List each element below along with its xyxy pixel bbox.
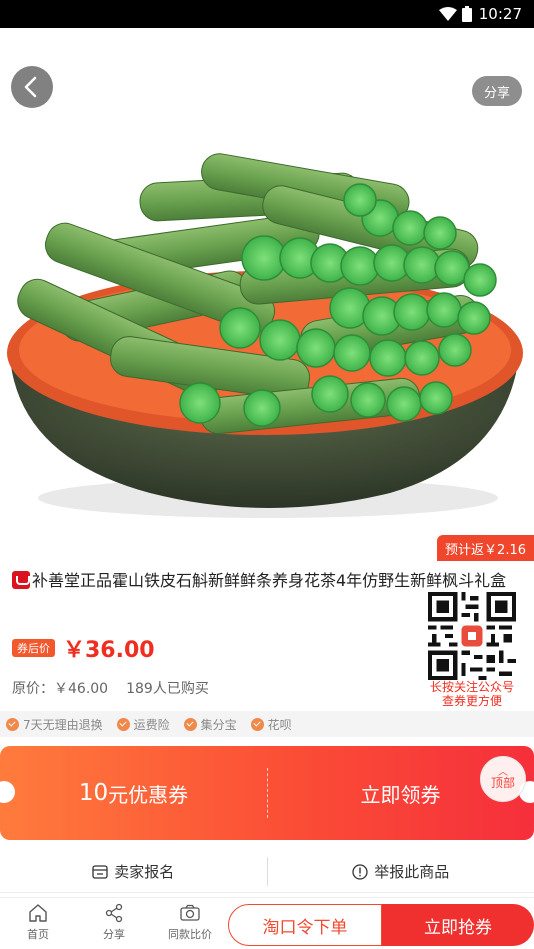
qr-caption-line1: 长按关注公众号	[429, 680, 514, 694]
code-order-button[interactable]: 淘口令下单	[228, 904, 382, 946]
share-button[interactable]: 分享	[471, 76, 522, 106]
coupon-banner[interactable]: 10 元优惠券 立即领券	[0, 746, 534, 840]
price-row: 券后价 ￥36.00	[12, 632, 155, 664]
service-item: 集分宝	[183, 716, 237, 733]
service-item: 花呗	[250, 716, 292, 733]
check-icon	[6, 717, 19, 731]
qr-code[interactable]	[428, 592, 516, 680]
sold-count: 189人已购买	[126, 681, 209, 697]
report-button[interactable]: 举报此商品	[268, 851, 534, 892]
action-row: 卖家报名 举报此商品	[0, 851, 534, 893]
coupon-amount-number: 10	[78, 780, 109, 806]
rebate-badge: 预计返￥2.16	[437, 535, 534, 561]
status-time: 10:27	[478, 5, 522, 23]
chevron-left-icon	[24, 76, 37, 98]
coupon-price-tag: 券后价	[12, 639, 55, 657]
tab-share[interactable]: 分享	[76, 902, 152, 942]
product-image: 分享	[0, 28, 534, 560]
home-icon	[29, 904, 47, 922]
seller-signup-label: 卖家报名	[114, 863, 175, 881]
qr-caption: 长按关注公众号 查券更方便	[420, 680, 524, 708]
status-bar: 10:27	[0, 0, 534, 28]
tab-compare[interactable]: 同款比价	[152, 902, 228, 942]
seller-signup-button[interactable]: 卖家报名	[0, 851, 267, 892]
share-icon	[105, 903, 123, 923]
coupon-amount-suffix: 元优惠券	[108, 782, 189, 807]
service-label: 花呗	[267, 717, 292, 732]
product-photo	[7, 153, 523, 518]
report-label: 举报此商品	[374, 863, 450, 881]
camera-icon	[180, 904, 200, 921]
alert-icon	[352, 863, 368, 880]
tab-home[interactable]: 首页	[0, 902, 76, 942]
service-item: 7天无理由退换	[6, 716, 103, 733]
check-icon	[250, 717, 264, 731]
tmall-icon	[12, 571, 30, 589]
service-strip: 7天无理由退换 运费险 集分宝 花呗	[0, 711, 534, 737]
check-icon	[183, 717, 197, 731]
tab-compare-label: 同款比价	[168, 928, 212, 941]
service-label: 7天无理由退换	[23, 717, 103, 732]
product-title-text: 补善堂正品霍山铁皮石斛新鲜鲜条养身花茶4年仿野生新鲜枫斗礼盒	[32, 571, 507, 590]
product-title: 补善堂正品霍山铁皮石斛新鲜鲜条养身花茶4年仿野生新鲜枫斗礼盒	[12, 570, 517, 592]
tab-home-label: 首页	[27, 928, 49, 941]
back-to-top-button[interactable]: ︿ 顶部	[480, 756, 526, 802]
store-icon	[92, 864, 108, 879]
original-price-row: 原价：￥46.00 189人已购买	[12, 678, 209, 698]
bottom-bar: 首页 分享 同款比价 淘口令下单 立即抢券	[0, 897, 534, 949]
back-to-top-label: 顶部	[490, 775, 515, 790]
check-icon	[116, 717, 130, 731]
buy-now-button[interactable]: 立即抢券	[382, 904, 534, 946]
back-button[interactable]	[11, 66, 53, 108]
original-price: 原价：￥46.00	[12, 681, 109, 697]
wifi-icon	[438, 7, 457, 21]
qr-caption-line2: 查券更方便	[441, 694, 502, 708]
service-label: 运费险	[133, 717, 170, 732]
battery-icon	[461, 6, 472, 22]
coupon-price: ￥36.00	[63, 638, 155, 663]
tab-share-label: 分享	[103, 928, 125, 941]
service-item: 运费险	[116, 716, 170, 733]
coupon-amount: 10 元优惠券	[0, 746, 267, 840]
service-label: 集分宝	[200, 717, 237, 732]
